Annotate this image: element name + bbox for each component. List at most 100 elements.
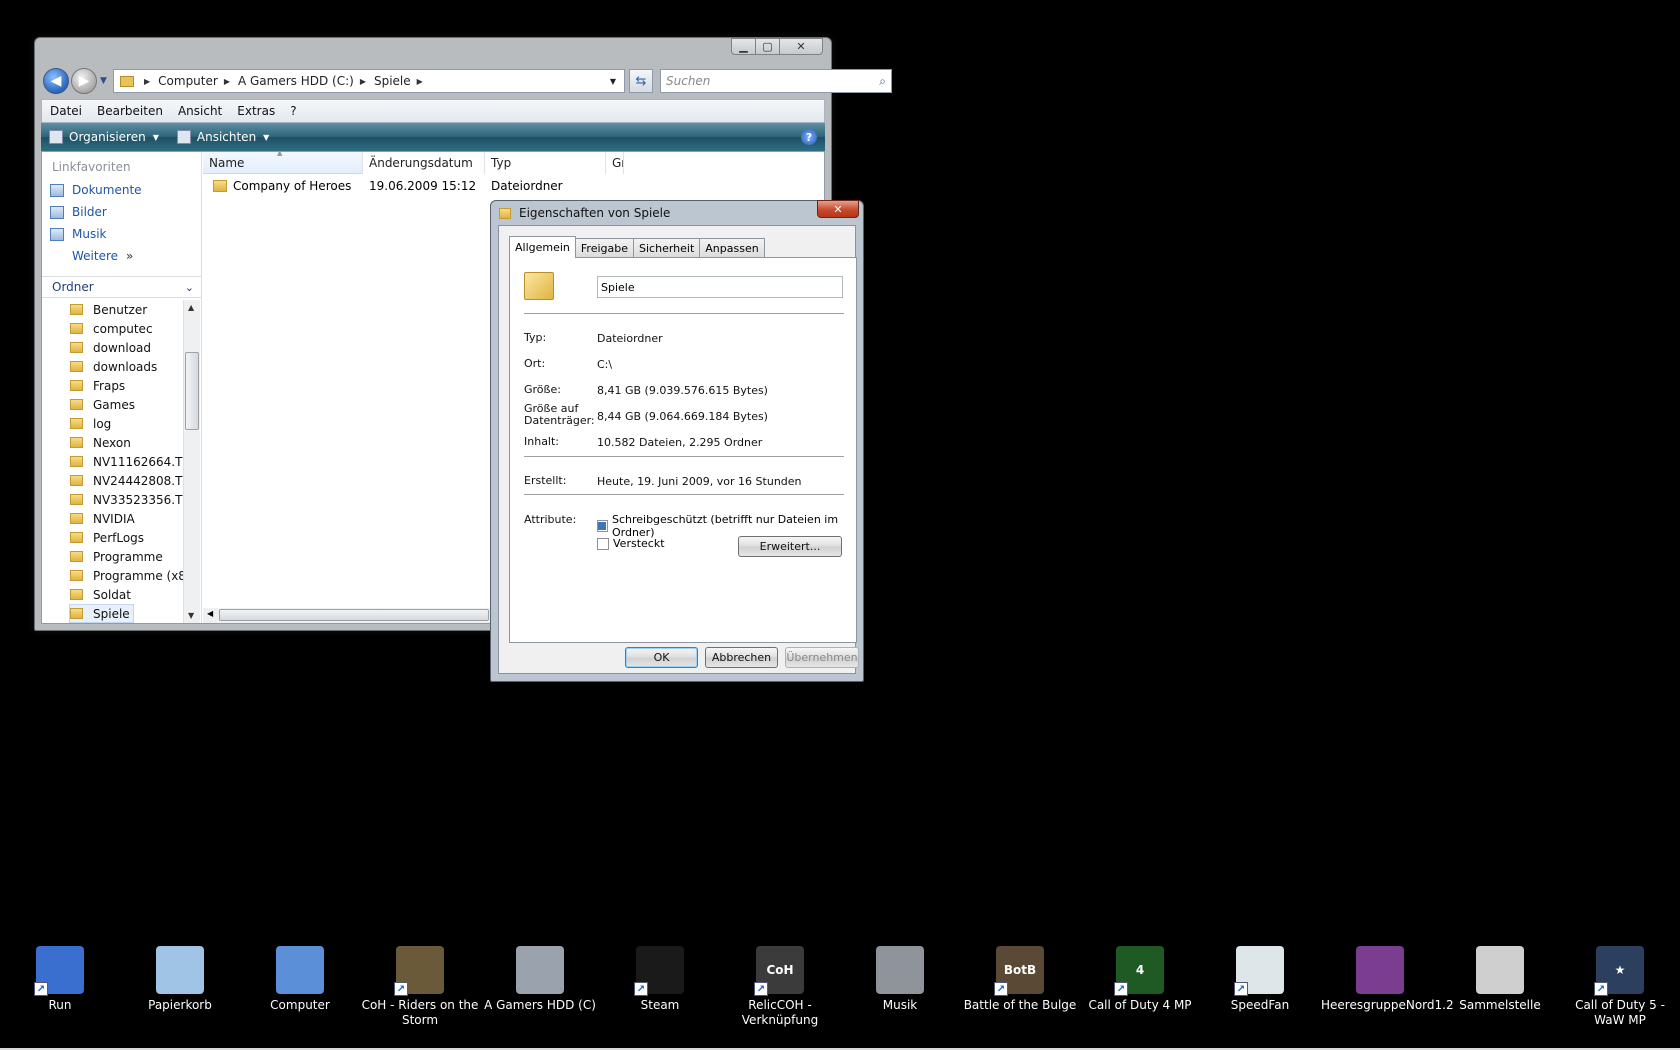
chevron-right-icon[interactable]: ▶ xyxy=(360,77,366,86)
breadcrumb-computer[interactable]: Computer xyxy=(158,74,218,88)
ok-button[interactable]: OK xyxy=(625,647,698,668)
chevron-down-icon: ▼ xyxy=(152,132,159,142)
organize-button[interactable]: Organisieren ▼ xyxy=(49,130,159,144)
close-button[interactable]: ✕ xyxy=(779,38,823,55)
desktop-icon[interactable]: ↗ CoH - Riders on the Storm xyxy=(360,946,480,1028)
tree-item[interactable]: Soldat xyxy=(70,585,131,604)
desktop-icon[interactable]: HeeresgruppeNord1.2 xyxy=(1320,946,1454,1013)
dialog-close-button[interactable]: ✕ xyxy=(817,200,859,218)
refresh-button[interactable]: ⇆ xyxy=(629,69,653,93)
table-row[interactable]: Company of Heroes 19.06.2009 15:12 Datei… xyxy=(203,176,563,196)
tree-item[interactable]: downloads xyxy=(70,357,157,376)
chevron-right-icon[interactable]: ▶ xyxy=(417,77,423,86)
forward-arrow-icon: ▶ xyxy=(78,73,90,89)
more-favorites-link[interactable]: Weitere » xyxy=(72,249,133,263)
recent-pages-dropdown[interactable]: ▼ xyxy=(100,76,107,86)
help-icon[interactable]: ? xyxy=(801,129,817,145)
folder-icon xyxy=(499,207,511,219)
tree-item[interactable]: log xyxy=(70,414,111,433)
tree-item-label: download xyxy=(93,340,152,355)
checkbox-icon[interactable] xyxy=(597,537,609,550)
scrollbar-thumb[interactable] xyxy=(185,352,199,430)
advanced-button[interactable]: Erweitert... xyxy=(738,536,842,557)
folders-heading: Ordner xyxy=(52,280,94,294)
close-icon: ✕ xyxy=(833,202,843,216)
desktop-icon[interactable]: Computer xyxy=(240,946,360,1013)
tab-freigabe[interactable]: Freigabe xyxy=(574,238,635,257)
breadcrumb-spiele[interactable]: Spiele xyxy=(374,74,411,88)
breadcrumb-drive[interactable]: A Gamers HDD (C:) xyxy=(238,74,354,88)
desktop-icon[interactable]: BotB ↗ Battle of the Bulge xyxy=(960,946,1080,1013)
address-dropdown-icon[interactable]: ▼ xyxy=(610,77,616,86)
menu-help[interactable]: ? xyxy=(290,104,296,118)
column-name[interactable]: Name ▲ xyxy=(203,149,363,174)
checkbox-indeterminate-icon[interactable] xyxy=(597,520,608,532)
forward-button[interactable]: ▶ xyxy=(71,68,97,94)
organize-icon xyxy=(49,130,63,144)
apply-button[interactable]: Übernehmen xyxy=(785,647,859,668)
desktop-icon[interactable]: CoH ↗ RelicCOH - Verknüpfung xyxy=(720,946,840,1028)
tree-item[interactable]: Fraps xyxy=(70,376,125,395)
tree-item[interactable]: computec xyxy=(70,319,153,338)
desktop-icon[interactable]: ↗ Run xyxy=(0,946,120,1013)
tree-item[interactable]: NV24442808.TMP xyxy=(70,471,183,490)
folders-header[interactable]: Ordner ⌄ xyxy=(42,276,202,298)
folder-tree-scrollbar[interactable]: ▲ ▼ xyxy=(183,300,200,623)
column-date[interactable]: Änderungsdatum xyxy=(363,152,485,174)
search-input[interactable]: Suchen ⌕ xyxy=(660,69,892,93)
tree-item[interactable]: Programme (x86) xyxy=(70,566,183,585)
back-button[interactable]: ◀ xyxy=(43,68,69,94)
horizontal-scrollbar[interactable]: ◀ xyxy=(203,608,493,623)
tab-allgemein[interactable]: Allgemein xyxy=(509,236,576,258)
attributes-label: Attribute: xyxy=(524,513,577,526)
desktop-icon[interactable]: Musik xyxy=(840,946,960,1013)
scrollbar-thumb[interactable] xyxy=(219,609,489,621)
favorite-musik[interactable]: Musik xyxy=(50,227,107,241)
tree-item[interactable]: PerfLogs xyxy=(70,528,144,547)
desktop-icon[interactable]: A Gamers HDD (C) xyxy=(480,946,600,1013)
column-type[interactable]: Typ xyxy=(485,152,606,174)
folder-icon xyxy=(70,570,83,581)
tree-item[interactable]: Games xyxy=(70,395,135,414)
column-size[interactable]: Gr xyxy=(606,152,624,174)
tree-item[interactable]: NVIDIA xyxy=(70,509,135,528)
tree-item[interactable]: NV11162664.TMP xyxy=(70,452,183,471)
desktop-icon[interactable]: ★ ↗ Call of Duty 5 - WaW MP xyxy=(1560,946,1680,1028)
tree-item[interactable]: download xyxy=(70,338,151,357)
scroll-down-icon[interactable]: ▼ xyxy=(188,611,194,620)
desktop-icon[interactable]: Papierkorb xyxy=(120,946,240,1013)
maximize-button[interactable]: ▢ xyxy=(755,38,780,55)
menu-bearbeiten[interactable]: Bearbeiten xyxy=(97,104,163,118)
tree-item[interactable]: Benutzer xyxy=(70,300,147,319)
chevron-right-icon[interactable]: ▶ xyxy=(224,77,230,86)
desktop-icon[interactable]: Sammelstelle xyxy=(1440,946,1560,1013)
tab-strip: Allgemein Freigabe Sicherheit Anpassen xyxy=(509,236,765,258)
tree-item[interactable]: Programme xyxy=(70,547,163,566)
documents-icon xyxy=(50,183,64,197)
address-bar[interactable]: ▶ Computer ▶ A Gamers HDD (C:) ▶ Spiele … xyxy=(113,69,625,93)
tab-sicherheit[interactable]: Sicherheit xyxy=(633,238,701,257)
dialog-title: Eigenschaften von Spiele xyxy=(519,206,671,220)
views-button[interactable]: Ansichten ▼ xyxy=(176,130,269,144)
scroll-up-icon[interactable]: ▲ xyxy=(188,303,194,312)
search-icon[interactable]: ⌕ xyxy=(879,74,886,89)
hidden-checkbox[interactable]: Versteckt xyxy=(597,537,665,550)
menu-extras[interactable]: Extras xyxy=(237,104,275,118)
folder-name-field[interactable]: Spiele xyxy=(597,276,843,298)
menu-ansicht[interactable]: Ansicht xyxy=(178,104,222,118)
tree-item[interactable]: Nexon xyxy=(70,433,131,452)
desktop-icon[interactable]: 4 ↗ Call of Duty 4 MP xyxy=(1080,946,1200,1013)
desktop-icon[interactable]: ↗ Steam xyxy=(600,946,720,1013)
tree-item-selected[interactable]: Spiele xyxy=(69,604,134,623)
tab-anpassen[interactable]: Anpassen xyxy=(699,238,765,257)
tree-item[interactable]: NV33523356.TMP xyxy=(70,490,183,509)
favorite-bilder[interactable]: Bilder xyxy=(50,205,107,219)
cancel-button[interactable]: Abbrechen xyxy=(705,647,778,668)
scroll-left-icon[interactable]: ◀ xyxy=(207,609,213,618)
desktop-icon[interactable]: ↗ SpeedFan xyxy=(1200,946,1320,1013)
chevron-right-icon[interactable]: ▶ xyxy=(144,77,150,86)
column-label: Typ xyxy=(491,156,512,170)
minimize-button[interactable]: ▁ xyxy=(731,38,756,55)
menu-datei[interactable]: Datei xyxy=(50,104,82,118)
favorite-dokumente[interactable]: Dokumente xyxy=(50,183,142,197)
